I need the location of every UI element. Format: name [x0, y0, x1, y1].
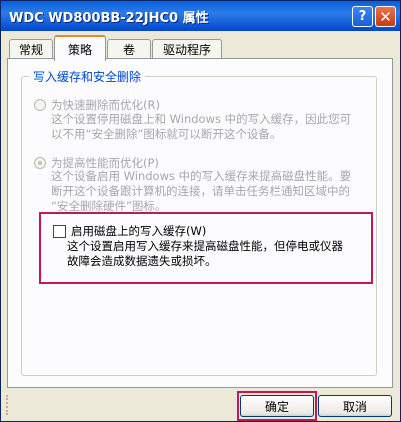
performance-desc-line3: “安全删除硬件”图标。	[51, 199, 167, 213]
write-cache-checkbox[interactable]	[53, 225, 66, 238]
group-label: 写入缓存和安全删除	[29, 68, 146, 85]
tab-label: 卷	[122, 43, 135, 57]
tab-label: 策略	[67, 42, 92, 57]
help-icon: ?	[358, 9, 367, 24]
write-cache-desc-line1: 这个设置启用写入缓存来提高磁盘性能，但停电或仪器	[67, 239, 343, 253]
write-cache-label[interactable]: 启用磁盘上的写入缓存(W)	[71, 223, 206, 239]
properties-dialog: WDC WD800BB-22JHC0 属性 ? ✕ 常规 策略 卷 驱动程序 写…	[0, 0, 401, 422]
performance-radio[interactable]	[34, 157, 46, 169]
tab-driver[interactable]: 驱动程序	[152, 39, 222, 59]
cancel-button[interactable]: 取消	[318, 395, 392, 417]
window-title: WDC WD800BB-22JHC0 属性	[9, 11, 209, 26]
quick-removal-desc-line2: 以不用“安全删除”图标就可以断开这个设备。	[51, 127, 282, 141]
quick-removal-desc-line1: 这个设置停用磁盘上和 Windows 中的写入缓存，因此您可	[51, 112, 352, 126]
tab-policies[interactable]: 策略	[54, 35, 106, 61]
help-button[interactable]: ?	[352, 6, 373, 27]
write-cache-desc-line2: 故障会造成数据遗失或损坏。	[67, 254, 217, 268]
tab-general[interactable]: 常规	[9, 39, 53, 59]
performance-desc-line1: 这个设备启用 Windows 中的写入缓存来提高磁盘性能。要	[51, 169, 352, 183]
cancel-button-label: 取消	[342, 399, 367, 414]
resize-grip	[6, 395, 20, 415]
performance-desc-line2: 断开这个设备跟计算机的连接，请单击任务栏通知区域中的	[51, 184, 350, 198]
tab-label: 驱动程序	[162, 43, 211, 57]
quick-removal-radio[interactable]	[34, 99, 46, 111]
ok-button[interactable]: 确定	[240, 395, 314, 417]
title-bar[interactable]: WDC WD800BB-22JHC0 属性 ? ✕	[1, 1, 400, 31]
tab-label: 常规	[18, 43, 43, 57]
ok-button-label: 确定	[264, 399, 289, 414]
quick-removal-label[interactable]: 为快速删除而优化(R)	[51, 97, 160, 113]
close-icon: ✕	[379, 7, 392, 26]
tab-volumes[interactable]: 卷	[107, 39, 151, 59]
close-button[interactable]: ✕	[375, 6, 396, 27]
